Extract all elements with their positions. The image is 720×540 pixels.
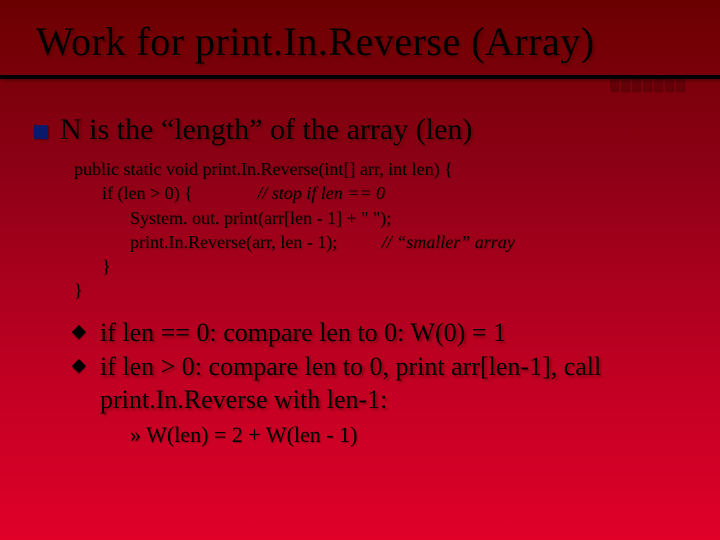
code-line: if (len > 0) { // stop if len == 0 bbox=[74, 181, 684, 205]
bullet-text: N is the “length” of the array (len) bbox=[60, 113, 472, 146]
code-comment: // stop if len == 0 bbox=[257, 183, 385, 203]
code-comment: // “smaller” array bbox=[382, 232, 515, 252]
bullet-level-3: » W(len) = 2 + W(len - 1) bbox=[60, 422, 684, 448]
bullet-text: if len == 0: compare len to 0: W(0) = 1 bbox=[100, 318, 506, 347]
code-line: public static void print.In.Reverse(int[… bbox=[74, 157, 684, 181]
tick-icon bbox=[643, 77, 651, 91]
tick-icon bbox=[676, 77, 684, 91]
code-line: } bbox=[74, 254, 684, 278]
diamond-bullet-icon bbox=[72, 359, 86, 373]
slide: Work for print.In.Reverse (Array) N is t… bbox=[0, 0, 720, 540]
code-block: public static void print.In.Reverse(int[… bbox=[60, 157, 684, 303]
bullet-level-2: if len > 0: compare len to 0, print arr[… bbox=[74, 351, 684, 416]
tick-icon bbox=[654, 77, 662, 91]
tick-icon bbox=[632, 77, 640, 91]
bullet-level-1: N is the “length” of the array (len) bbox=[60, 113, 684, 147]
slide-title: Work for print.In.Reverse (Array) bbox=[0, 0, 720, 71]
diamond-bullet-icon bbox=[72, 325, 86, 339]
code-text: if (len > 0) { bbox=[102, 183, 193, 203]
tick-icon bbox=[665, 77, 673, 91]
bullet-text: if len > 0: compare len to 0, print arr[… bbox=[100, 352, 601, 414]
code-text: print.In.Reverse(arr, len - 1); bbox=[130, 232, 337, 252]
bullet-level-2: if len == 0: compare len to 0: W(0) = 1 bbox=[74, 317, 684, 350]
bullet-text: » W(len) = 2 + W(len - 1) bbox=[130, 422, 357, 447]
decorative-ticks bbox=[0, 77, 720, 91]
code-line: System. out. print(arr[len - 1] + " "); bbox=[74, 206, 684, 230]
code-line: print.In.Reverse(arr, len - 1); // “smal… bbox=[74, 230, 684, 254]
tick-icon bbox=[621, 77, 629, 91]
square-bullet-icon bbox=[34, 125, 48, 139]
slide-body: N is the “length” of the array (len) pub… bbox=[0, 91, 720, 448]
tick-icon bbox=[610, 77, 618, 91]
code-line: } bbox=[74, 278, 684, 302]
